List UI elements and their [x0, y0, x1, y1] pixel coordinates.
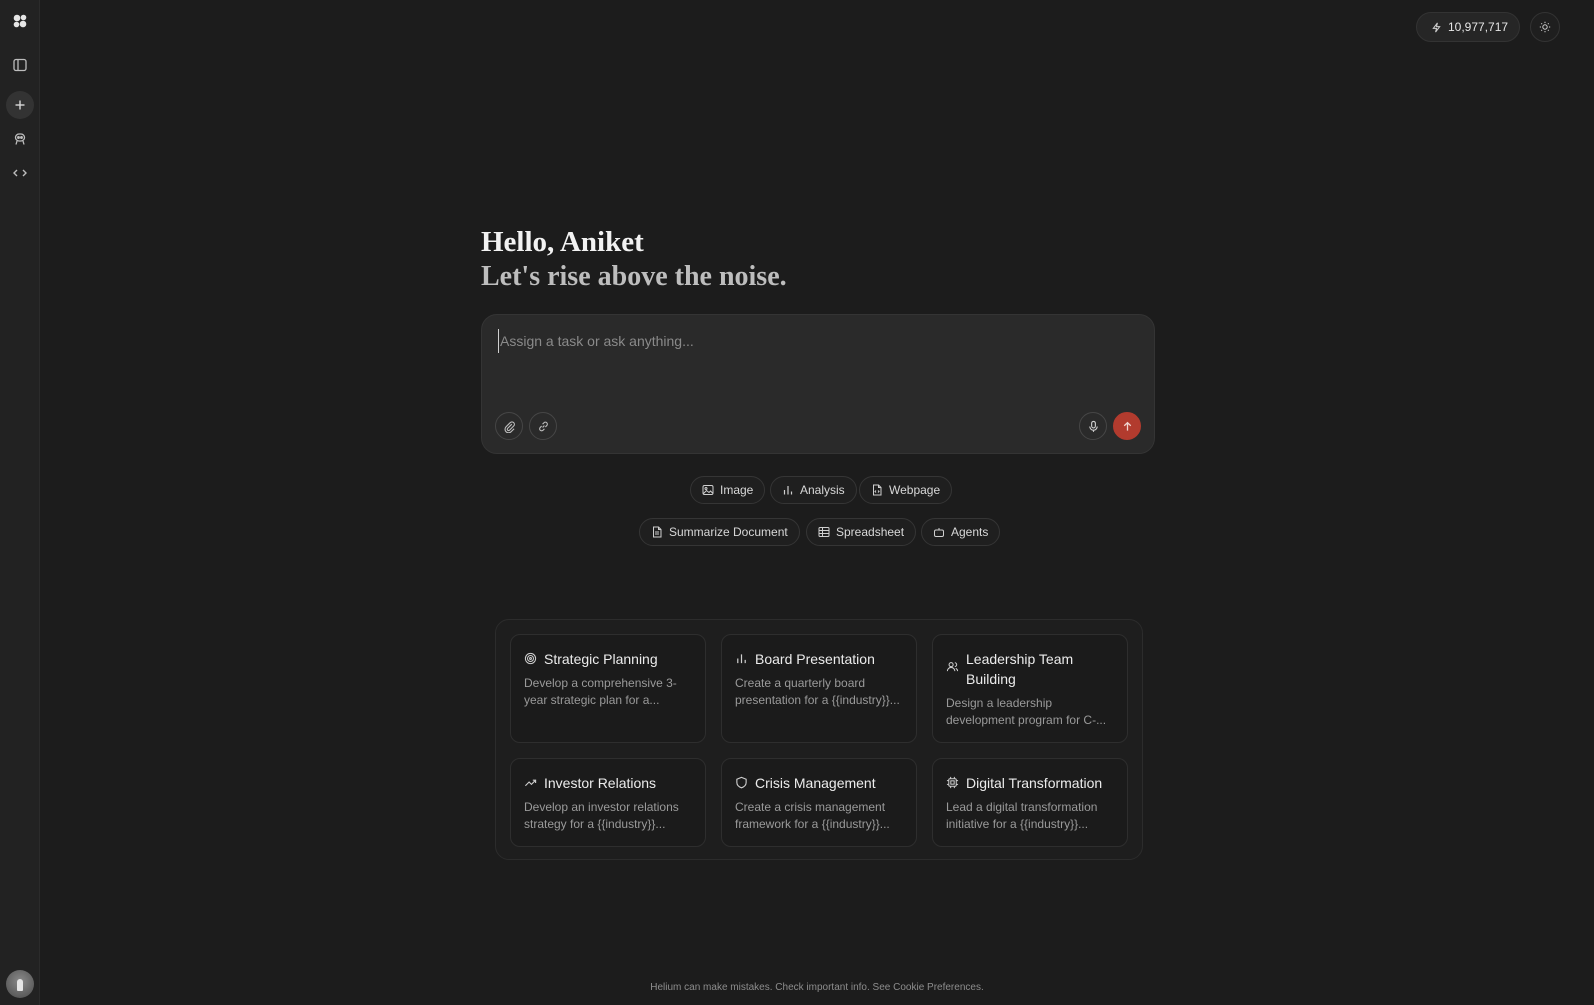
card-description: Create a quarterly board presentation fo… [735, 676, 900, 707]
robot-icon [934, 528, 944, 537]
shield-icon [736, 776, 747, 789]
greeting-title: Hello, Aniket [481, 226, 644, 258]
bar-chart-icon [783, 486, 793, 495]
code-icon[interactable] [6, 159, 34, 187]
credits-value: 10,977,717 [1448, 20, 1509, 34]
card-description: Lead a digital transformation initiative… [946, 800, 1098, 831]
chip-spreadsheet[interactable]: Spreadsheet [806, 518, 917, 546]
card-title: Crisis Management [755, 775, 876, 791]
chip-label: Summarize Document [669, 525, 788, 539]
users-icon [946, 662, 959, 672]
chip-webpage[interactable]: Webpage [859, 476, 953, 504]
toggle-sidebar-icon[interactable] [6, 51, 34, 79]
image-icon [702, 485, 714, 495]
new-chat-button[interactable] [6, 91, 34, 119]
card-description: Design a leadership development program … [946, 696, 1107, 727]
attach-button[interactable] [495, 412, 523, 440]
card-strategic-planning[interactable]: Strategic Planning Develop a comprehensi… [510, 634, 706, 743]
paperclip-icon [503, 420, 515, 433]
card-description: Create a crisis management framework for… [735, 800, 890, 831]
suggestion-cards: Strategic Planning Develop a comprehensi… [495, 619, 1143, 860]
card-investor-relations[interactable]: Investor Relations Develop an investor r… [510, 758, 706, 847]
target-icon [524, 652, 537, 665]
table-icon [818, 527, 830, 537]
card-board-presentation[interactable]: Board Presentation Create a quarterly bo… [721, 634, 917, 743]
lightning-icon [1432, 22, 1441, 32]
chip-summarize-document[interactable]: Summarize Document [639, 518, 800, 546]
cpu-icon [946, 776, 959, 789]
composer [481, 314, 1155, 454]
chip-image[interactable]: Image [690, 476, 766, 504]
theme-toggle-button[interactable] [1530, 12, 1560, 42]
chip-label: Analysis [800, 483, 845, 497]
chip-label: Agents [951, 525, 989, 539]
file-code-icon [873, 484, 882, 496]
send-button[interactable] [1113, 412, 1141, 440]
bar-chart-icon [737, 654, 746, 664]
card-crisis-management[interactable]: Crisis Management Create a crisis manage… [721, 758, 917, 847]
footer-disclaimer: Helium can make mistakes. Check importan… [650, 982, 984, 993]
trending-up-icon [524, 779, 537, 787]
card-title: Investor Relations [544, 775, 657, 791]
chip-analysis[interactable]: Analysis [770, 476, 857, 504]
card-title: Leadership Team Building [966, 651, 1074, 687]
card-leadership-team-building[interactable]: Leadership Team Building Design a leader… [932, 634, 1128, 743]
sidebar [0, 0, 40, 1005]
microphone-icon [1088, 420, 1098, 432]
card-digital-transformation[interactable]: Digital Transformation Lead a digital tr… [932, 758, 1128, 847]
chip-agents[interactable]: Agents [921, 518, 1001, 546]
greeting-subtitle: Let's rise above the noise. [481, 261, 787, 292]
card-title: Digital Transformation [966, 775, 1103, 791]
card-description: Develop an investor relations strategy f… [524, 800, 679, 831]
link-icon [538, 421, 548, 431]
task-input[interactable] [498, 329, 1118, 353]
link-button[interactable] [529, 412, 557, 440]
chip-label: Webpage [889, 483, 941, 497]
chip-label: Spreadsheet [836, 525, 905, 539]
agents-icon[interactable] [6, 125, 34, 153]
card-title: Strategic Planning [544, 651, 658, 667]
card-title: Board Presentation [755, 651, 875, 667]
document-icon [653, 526, 662, 538]
logo-icon[interactable] [6, 7, 34, 35]
mic-button[interactable] [1079, 412, 1107, 440]
card-description: Develop a comprehensive 3-year strategic… [524, 676, 677, 707]
credits-badge[interactable]: 10,977,717 [1416, 12, 1520, 42]
arrow-up-icon [1123, 421, 1131, 431]
sun-icon [1539, 21, 1551, 33]
app-root: 10,977,717 Hello, Aniket Let's rise abov… [0, 0, 1594, 1005]
chip-label: Image [720, 483, 754, 497]
